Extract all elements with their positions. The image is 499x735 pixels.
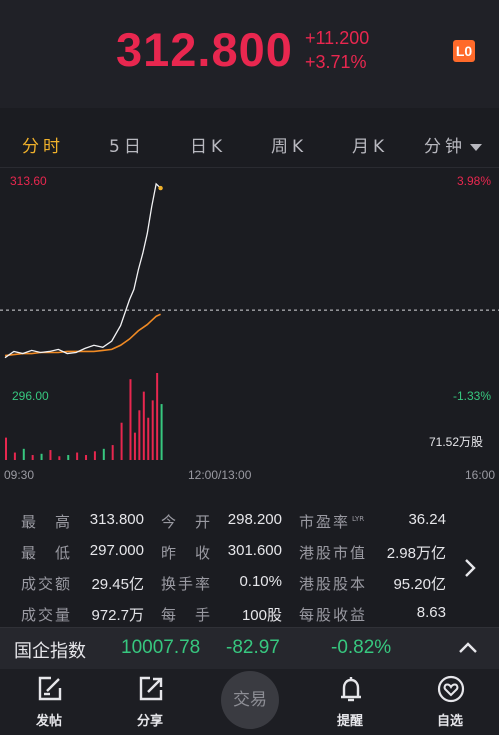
index-ticker-bar[interactable]: 国企指数 10007.78 -82.97 -0.82% — [0, 627, 499, 669]
pe-value: 36.24 — [408, 511, 446, 528]
high-value: 313.800 — [89, 511, 144, 528]
volume-bar — [13, 452, 16, 460]
volume-stat-value: 972.7万 — [91, 607, 144, 624]
pe-label-text: 市盈率 — [299, 513, 351, 531]
high-label: 最 高 — [21, 513, 73, 531]
eps-label: 每股收益 — [299, 606, 368, 624]
chevron-right-icon[interactable] — [463, 556, 477, 580]
share-label: 分享 — [136, 714, 163, 729]
quote-stats[interactable]: 最 高 313.800 今 开 298.200 市盈率 LYR 36.24 最 低… — [0, 505, 499, 630]
edit-icon — [38, 676, 62, 701]
alert-button[interactable]: 提醒 — [310, 669, 390, 735]
last-price-dot — [158, 185, 163, 191]
pe-label: 市盈率 LYR — [299, 511, 364, 532]
volume-stat-label: 成交量 — [21, 606, 73, 624]
price-high-label: 313.60 — [10, 174, 47, 188]
volume-bar — [93, 451, 96, 460]
volume-bar — [156, 373, 159, 460]
volume-bar — [67, 455, 70, 460]
market-cap-label: 港股市值 — [299, 544, 368, 562]
tab-intraday[interactable]: 分时 — [22, 132, 64, 157]
share-capital-label: 港股股本 — [299, 575, 368, 593]
tab-minute[interactable]: 分钟 — [424, 132, 482, 157]
turnover-label: 成交额 — [21, 575, 73, 593]
bell-icon — [341, 677, 361, 702]
change-absolute: +11.200 — [305, 28, 370, 48]
post-button[interactable]: 发帖 — [9, 669, 89, 735]
volume-bar — [138, 410, 141, 460]
alert-label: 提醒 — [336, 714, 363, 729]
intraday-chart[interactable]: 313.60 3.98% 296.00 -1.33% 71.52万股 09:30… — [0, 168, 499, 488]
volume-bar — [5, 437, 7, 460]
tab-minute-label: 分钟 — [424, 137, 466, 157]
chart-period-tabs: 分时 5日 日K 周K 月K 分钟 — [0, 118, 499, 168]
index-change: -82.97 — [226, 637, 280, 658]
pe-sup: LYR — [352, 515, 365, 523]
prev-close-value: 301.600 — [227, 542, 282, 559]
last-price: 312.800 — [116, 23, 293, 76]
level-badge[interactable]: L0 — [453, 40, 475, 62]
chevron-up-icon[interactable] — [457, 640, 479, 656]
volume-bar — [147, 417, 150, 460]
market-cap-value: 2.98万亿 — [386, 545, 446, 562]
low-value: 297.000 — [89, 542, 144, 559]
tab-monthly-k[interactable]: 月K — [352, 132, 388, 157]
tab-weekly-k[interactable]: 周K — [271, 132, 307, 157]
stats-row-2: 最 低 297.000 昨 收 301.600 港股市值 2.98万亿 — [0, 542, 499, 570]
open-value: 298.200 — [227, 511, 282, 528]
stats-row-3: 成交额 29.45亿 换手率 0.10% 港股股本 95.20亿 — [0, 573, 499, 601]
volume-bar — [160, 404, 163, 460]
share-button[interactable]: 分享 — [110, 669, 190, 735]
price-low-label: 296.00 — [12, 389, 49, 403]
time-end-label: 16:00 — [464, 468, 495, 482]
volume-bar — [22, 448, 25, 460]
bottom-toolbar: 发帖 分享 交易 提醒 自选 — [0, 669, 499, 735]
index-change-pct: -0.82% — [331, 637, 392, 658]
index-name: 国企指数 — [14, 641, 86, 662]
turnover-value: 29.45亿 — [91, 576, 144, 593]
tab-5day[interactable]: 5日 — [109, 132, 145, 157]
eps-value: 8.63 — [416, 604, 446, 621]
tab-daily-k[interactable]: 日K — [190, 132, 226, 157]
share-icon — [139, 676, 163, 701]
trade-button[interactable]: 交易 — [221, 671, 279, 729]
change-percent: +3.71% — [305, 52, 367, 72]
quote-header: 312.800 +11.200 +3.71% L0 — [0, 0, 499, 108]
volume-bar — [58, 456, 61, 460]
low-label: 最 低 — [21, 544, 73, 562]
pct-low-label: -1.33% — [452, 389, 491, 403]
volume-bar — [49, 450, 52, 460]
share-capital-value: 95.20亿 — [393, 576, 446, 593]
index-value: 10007.78 — [121, 637, 201, 658]
volume-bar — [120, 422, 123, 460]
volume-bar — [76, 452, 79, 460]
volume-label: 71.52万股 — [428, 435, 483, 449]
volume-bar — [133, 432, 136, 460]
volume-bar — [129, 379, 132, 460]
turnover-rate-value: 0.10% — [239, 573, 282, 590]
watchlist-button[interactable]: 自选 — [410, 669, 490, 735]
volume-bar — [85, 455, 88, 460]
volume-bar — [111, 445, 114, 460]
chart-canvas — [0, 182, 499, 460]
volume-bar — [142, 391, 145, 460]
volume-bar — [102, 448, 105, 460]
time-mid-label: 12:00/13:00 — [188, 468, 252, 482]
watchlist-label: 自选 — [436, 714, 463, 729]
price-change: +11.200 +3.71% — [305, 26, 369, 74]
caret-down-icon — [470, 143, 482, 151]
heart-circle-icon — [437, 675, 465, 703]
lot-size-value: 100股 — [241, 607, 282, 624]
volume-bar — [31, 455, 34, 460]
stats-row-1: 最 高 313.800 今 开 298.200 市盈率 LYR 36.24 — [0, 511, 499, 539]
volume-bar — [40, 453, 43, 460]
volume-bar — [151, 400, 154, 460]
pct-high-label: 3.98% — [456, 174, 491, 188]
time-start-label: 09:30 — [4, 468, 35, 482]
post-label: 发帖 — [35, 714, 62, 729]
